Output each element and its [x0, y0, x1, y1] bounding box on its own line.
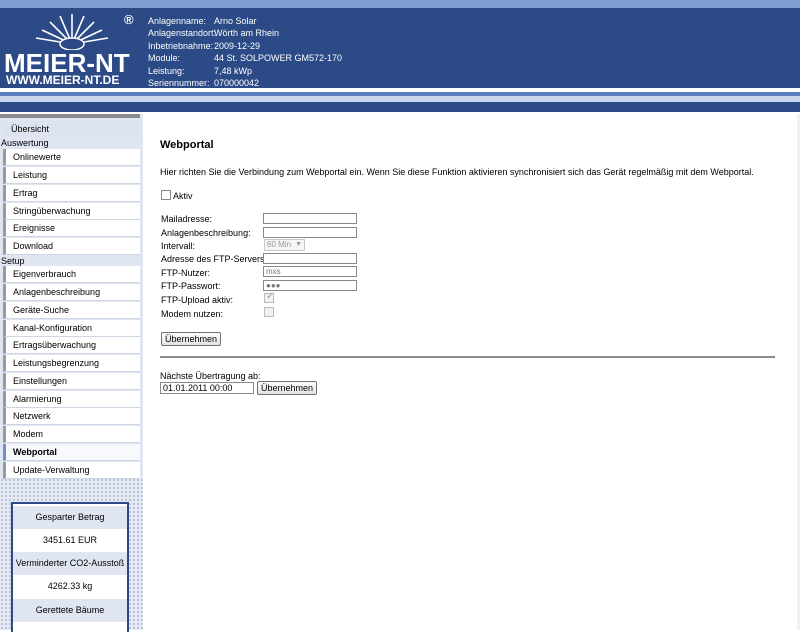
- interval-label: Intervall:: [161, 241, 196, 251]
- ftp-server-label: Adresse des FTP-Servers:: [161, 254, 268, 264]
- header-top-strip: [0, 0, 800, 8]
- next-transfer-input[interactable]: 01.01.2011 00:00: [160, 382, 254, 394]
- stat-co2-value: 4262.33 kg: [47, 581, 93, 591]
- description-input[interactable]: [263, 227, 357, 238]
- sidebar-top-bar: [0, 114, 140, 118]
- sidebar-item-anlagenbeschreibung[interactable]: Anlagenbeschreibung: [3, 284, 140, 301]
- sidebar-item-modem[interactable]: Modem: [3, 426, 140, 443]
- ftp-user-label: FTP-Nutzer:: [161, 268, 211, 278]
- sidebar-item-leistungsbegrenzung[interactable]: Leistungsbegrenzung: [3, 355, 140, 372]
- sidebar-item-webportal[interactable]: Webportal: [3, 444, 140, 461]
- ftp-upload-checkbox[interactable]: ✓: [264, 291, 275, 303]
- divider: [160, 356, 775, 358]
- ftp-password-input[interactable]: ●●●: [263, 280, 357, 291]
- info-row: Anlagenstandort: Wörth am Rhein: [148, 28, 280, 39]
- sidebar-item-update-verwaltung[interactable]: Update-Verwaltung: [3, 462, 140, 479]
- ftp-user-input[interactable]: [263, 266, 357, 277]
- sidebar-item-leistung[interactable]: Leistung: [3, 167, 140, 184]
- description-label: Anlagenbeschreibung:: [161, 228, 251, 238]
- stat-saved-amount-value: 3451.61 EUR: [42, 535, 98, 545]
- section-auswertung: Auswertung: [1, 137, 141, 149]
- modem-checkbox[interactable]: [264, 307, 274, 317]
- sidebar-item-ertragsueberwachung[interactable]: Ertragsüberwachung: [3, 337, 140, 354]
- logo-url: WWW.MEIER-NT.DE: [6, 73, 120, 87]
- apply-button[interactable]: Übernehmen: [161, 332, 222, 346]
- registered-mark: ®: [124, 12, 134, 27]
- mail-input[interactable]: [263, 213, 357, 224]
- sidebar-item-download[interactable]: Download: [3, 238, 140, 255]
- info-row: Module: 44 St. SOLPOWER GM572-170: [148, 53, 343, 64]
- stat-saved-amount-label: Gesparter Betrag: [13, 506, 127, 529]
- ftp-upload-label: FTP-Upload aktiv:: [161, 295, 234, 305]
- page-title: Webportal: [160, 139, 214, 151]
- mail-label: Mailadresse:: [161, 214, 213, 224]
- apply-next-transfer-button[interactable]: Übernehmen: [257, 381, 318, 395]
- modem-label: Modem nutzen:: [161, 309, 224, 319]
- interval-select[interactable]: 60 Min ▼: [264, 239, 305, 251]
- header: MEIER-NT WWW.MEIER-NT.DE ® Anlagenname: A…: [0, 8, 800, 88]
- stat-trees-label: Gerettete Bäume: [13, 599, 127, 622]
- header-band: [0, 102, 800, 112]
- sidebar-item-ereignisse[interactable]: Ereignisse: [3, 220, 140, 237]
- sidebar-item-alarmierung[interactable]: Alarmierung: [3, 391, 140, 408]
- meier-nt-logo: MEIER-NT WWW.MEIER-NT.DE ®: [2, 10, 142, 88]
- intro-text: Hier richten Sie die Verbindung zum Webp…: [160, 167, 754, 177]
- stat-co2-label: Verminderter CO2-Ausstoß: [13, 552, 127, 575]
- aktiv-checkbox[interactable]: [161, 190, 171, 200]
- sidebar-item-geraete-suche[interactable]: Geräte-Suche: [3, 302, 140, 319]
- next-transfer-label: Nächste Übertragung ab:: [160, 371, 261, 381]
- chevron-down-icon: ▼: [295, 241, 302, 248]
- info-row: Leistung: 7,48 kWp: [148, 65, 253, 76]
- sidebar-item-kanal-konfiguration[interactable]: Kanal-Konfiguration: [3, 320, 140, 337]
- interval-value: 60 Min: [267, 240, 292, 249]
- sidebar-item-onlinewerte[interactable]: Onlinewerte: [3, 149, 140, 166]
- aktiv-label: Aktiv: [173, 191, 193, 201]
- sidebar-item-stringueberwachung[interactable]: Stringüberwachung: [3, 203, 140, 220]
- plant-info: Anlagenname: Arno Solar Anlagenstandort: W…: [148, 15, 342, 89]
- info-row: Inbetriebnahme: 2009-12-29: [148, 40, 261, 51]
- info-row: Anlagenname: Arno Solar: [148, 16, 257, 26]
- ftp-server-input[interactable]: [263, 253, 357, 264]
- ftp-password-label: FTP-Passwort:: [161, 281, 221, 291]
- sunburst-icon: [35, 14, 109, 50]
- sidebar-item-ertrag[interactable]: Ertrag: [3, 185, 140, 202]
- savings-stats: Gesparter Betrag 3451.61 EUR Verminderte…: [11, 502, 129, 632]
- sidebar-item-overview[interactable]: Übersicht: [3, 121, 140, 138]
- sidebar-item-eigenverbrauch[interactable]: Eigenverbrauch: [3, 266, 140, 283]
- check-icon: ✓: [266, 291, 275, 302]
- sidebar-item-einstellungen[interactable]: Einstellungen: [3, 373, 140, 390]
- sidebar-item-netzwerk[interactable]: Netzwerk: [3, 408, 140, 425]
